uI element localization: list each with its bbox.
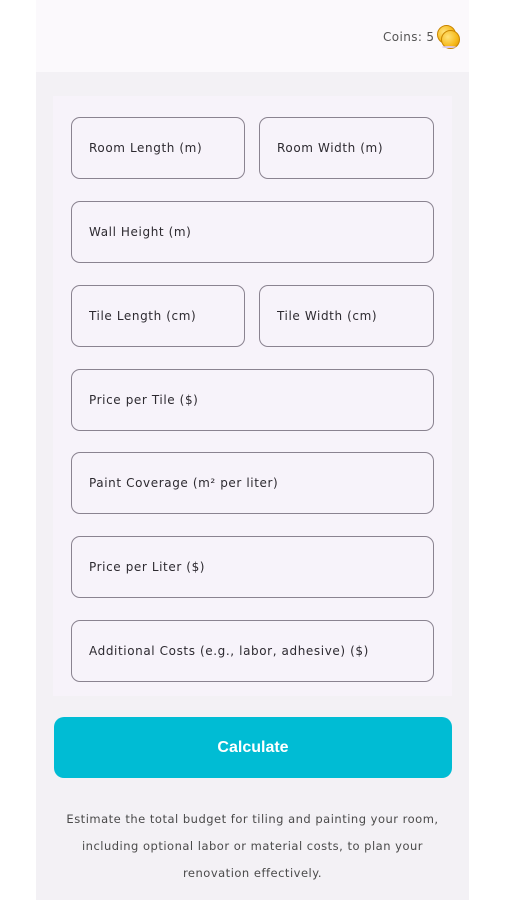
- coin-stack-icon: [437, 25, 460, 49]
- paint-coverage-field[interactable]: [71, 452, 434, 514]
- wall-height-field[interactable]: [71, 201, 434, 263]
- description-text: Estimate the total budget for tiling and…: [66, 812, 439, 880]
- coins-label: Coins:: [383, 30, 423, 44]
- price-per-tile-input[interactable]: [89, 393, 433, 407]
- additional-costs-field[interactable]: [71, 620, 434, 682]
- price-per-tile-field[interactable]: [71, 369, 434, 431]
- tile-length-input[interactable]: [89, 309, 244, 323]
- paint-coverage-input[interactable]: [89, 476, 433, 490]
- calculate-button[interactable]: Calculate: [54, 717, 452, 778]
- tile-width-input[interactable]: [277, 309, 433, 323]
- room-width-field[interactable]: [259, 117, 434, 179]
- price-per-liter-field[interactable]: [71, 536, 434, 598]
- coins-display: Coins: 5: [383, 25, 460, 49]
- coins-value: 5: [426, 30, 434, 44]
- top-bar: Coins: 5: [36, 0, 469, 72]
- tile-width-field[interactable]: [259, 285, 434, 347]
- room-length-input[interactable]: [89, 141, 244, 155]
- additional-costs-input[interactable]: [89, 644, 433, 658]
- estimator-form: [53, 96, 452, 696]
- app-screen: Coins: 5 Room Length (m) Room Width (m) …: [36, 0, 469, 900]
- room-width-input[interactable]: [277, 141, 433, 155]
- wall-height-input[interactable]: [89, 225, 433, 239]
- room-length-field[interactable]: [71, 117, 245, 179]
- tile-length-field[interactable]: [71, 285, 245, 347]
- price-per-liter-input[interactable]: [89, 560, 433, 574]
